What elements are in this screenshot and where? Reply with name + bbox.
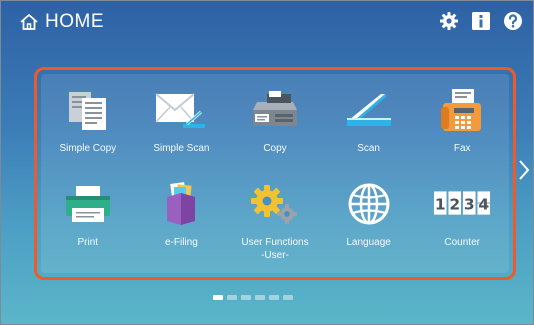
page-indicator: [213, 295, 293, 300]
tile-label: Fax: [453, 143, 471, 154]
tile-simple-copy[interactable]: Simple Copy: [41, 74, 135, 168]
tile-label: Language: [346, 237, 391, 248]
app-grid: Simple Copy Simple Scan Copy Scan Fax Pr…: [41, 74, 509, 273]
simple-copy-icon: [68, 92, 106, 130]
print-icon: [65, 186, 110, 222]
language-globe-icon: [348, 183, 390, 225]
info-icon[interactable]: [471, 11, 491, 31]
top-icons: [439, 11, 523, 31]
fax-icon: [441, 89, 482, 131]
tile-copy[interactable]: Copy: [228, 74, 322, 168]
help-icon[interactable]: [503, 11, 523, 31]
simple-scan-icon: [155, 93, 206, 128]
page-dot[interactable]: [227, 295, 237, 300]
tile-label: Copy: [263, 143, 287, 154]
home-icon: [20, 14, 38, 30]
tile-label: Scan: [357, 143, 380, 154]
tile-print[interactable]: Print: [41, 168, 135, 273]
tile-language[interactable]: Language: [322, 168, 416, 273]
tile-label: Counter: [444, 237, 480, 248]
tile-counter[interactable]: 1 2 3 4 Counter: [415, 168, 509, 273]
counter-digit: 3: [464, 195, 475, 213]
tile-user-functions[interactable]: User Functions -User-: [228, 168, 322, 273]
tile-fax[interactable]: Fax: [415, 74, 509, 168]
page-dot[interactable]: [269, 295, 279, 300]
copy-icon: [252, 91, 297, 126]
tile-scan[interactable]: Scan: [322, 74, 416, 168]
page-dot[interactable]: [283, 295, 293, 300]
counter-digit: 2: [450, 195, 461, 213]
tile-simple-scan[interactable]: Simple Scan: [135, 74, 229, 168]
page-title: HOME: [45, 11, 104, 32]
home-screen: HOME Simple Copy Simple Scan Copy Scan F…: [0, 0, 534, 325]
page-dot[interactable]: [213, 295, 223, 300]
tile-label: User Functions -User-: [241, 237, 309, 261]
scan-icon: [346, 94, 391, 126]
tile-label: e-Filing: [164, 237, 198, 248]
page-dot[interactable]: [241, 295, 251, 300]
tile-label: Simple Scan: [153, 143, 210, 154]
top-bar: HOME: [1, 1, 533, 45]
app-grid-highlight: Simple Copy Simple Scan Copy Scan Fax Pr…: [34, 67, 516, 280]
counter-icon: 1 2 3 4: [434, 191, 491, 215]
tile-label: Print: [77, 237, 99, 248]
home-button[interactable]: HOME: [19, 11, 104, 33]
counter-digit: 4: [479, 195, 490, 213]
user-functions-icon: [250, 185, 297, 224]
counter-digit: 1: [435, 195, 446, 213]
tile-e-filing[interactable]: e-Filing: [135, 168, 229, 273]
page-dot[interactable]: [255, 295, 265, 300]
e-filing-icon: [167, 182, 196, 225]
next-page-chevron-icon[interactable]: [517, 159, 531, 181]
tile-label: Simple Copy: [59, 143, 117, 154]
settings-gear-icon[interactable]: [439, 11, 459, 31]
